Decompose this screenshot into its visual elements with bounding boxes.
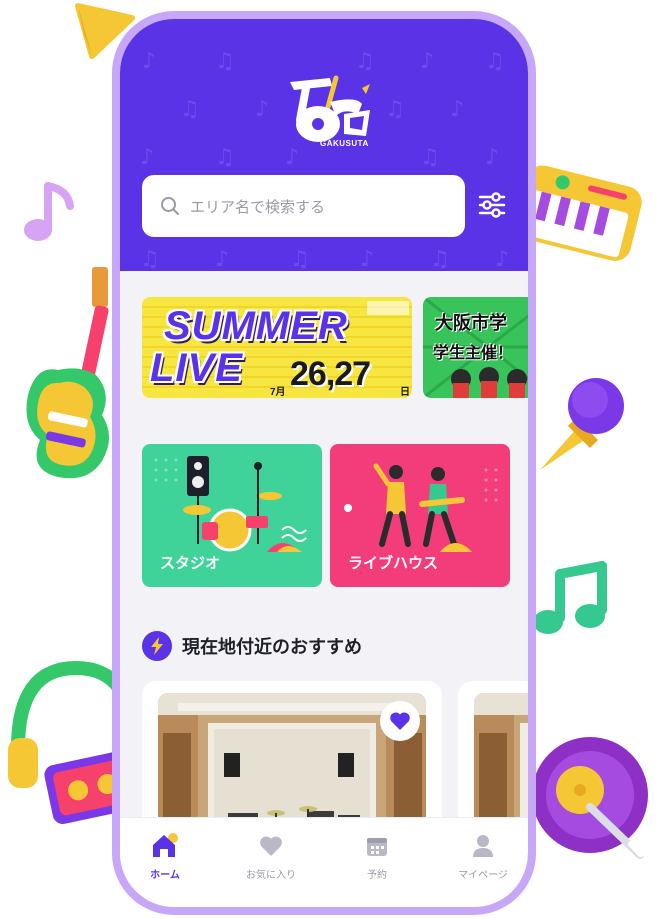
banner-title-line2: LIVE [150, 346, 243, 390]
section-title: 現在地付近のおすすめ [182, 637, 362, 658]
category-card-livehouse[interactable]: ライブハウス [330, 444, 510, 587]
tab-reservations[interactable]: 予約 [337, 832, 417, 881]
app-header: ♪♫ ♫♪ ♫♫ ♪♪ ♫♫ ♪♪ ♫♪ ♫♪ ♫♪ ♫♪ [120, 19, 528, 271]
tab-label: お気に入り [246, 870, 296, 881]
banner-title-line1: SUMMER [164, 304, 348, 348]
music-note-icon [24, 182, 74, 241]
banner-month: 7月 [270, 387, 286, 398]
user-icon [473, 835, 493, 857]
app-screen: ♪♫ ♫♪ ♫♫ ♪♪ ♫♫ ♪♪ ♫♪ ♫♪ ♫♪ ♫♪ [120, 19, 528, 907]
search-bar[interactable]: エリア名で検索する [142, 175, 465, 237]
sliders-icon[interactable] [476, 189, 508, 221]
category-label: ライブハウス [348, 554, 439, 572]
tab-label: ホーム [150, 870, 180, 881]
banner-carousel[interactable]: SUMMER LIVE 7月 26,27 日 大阪市学 学生主催！ [142, 297, 528, 399]
banner-dates: 26,27 [290, 355, 371, 393]
tab-label: 予約 [367, 870, 387, 881]
category-label: スタジオ [160, 554, 221, 572]
category-card-studio[interactable]: スタジオ [142, 444, 322, 587]
music-notes-icon [533, 561, 607, 634]
osaka-event-banner[interactable]: 大阪市学 学生主催！ [423, 297, 528, 398]
record-player-decoration [532, 737, 649, 859]
section-header: 現在地付近のおすすめ [142, 631, 362, 661]
summer-live-banner[interactable]: SUMMER LIVE 7月 26,27 日 [142, 297, 412, 398]
phone-frame: ♪♫ ♫♪ ♫♫ ♪♪ ♫♫ ♪♪ ♫♪ ♫♪ ♫♪ ♫♪ [112, 11, 536, 915]
banner2-subtitle: 学生主催！ [433, 343, 514, 362]
favorite-button[interactable] [380, 701, 420, 741]
heart-icon [260, 836, 282, 856]
banner2-title: 大阪市学 [435, 313, 507, 334]
tab-favorites[interactable]: お気に入り [231, 832, 311, 881]
bolt-icon [142, 631, 172, 661]
calendar-icon [367, 838, 387, 856]
search-input[interactable]: エリア名で検索する [190, 196, 325, 217]
banner-day-suffix: 日 [400, 387, 410, 398]
search-icon [161, 197, 179, 215]
heart-filled-icon [390, 712, 410, 730]
home-icon [153, 833, 178, 857]
tab-label: マイページ [458, 870, 508, 881]
tab-mypage[interactable]: マイページ [443, 832, 523, 881]
logo-subtitle: GAKUSUTA [320, 139, 369, 148]
bottom-tab-bar: ホーム お気に入り 予約 マイページ [120, 817, 528, 907]
microphone-decoration [540, 378, 624, 470]
tab-home[interactable]: ホーム [125, 832, 205, 881]
